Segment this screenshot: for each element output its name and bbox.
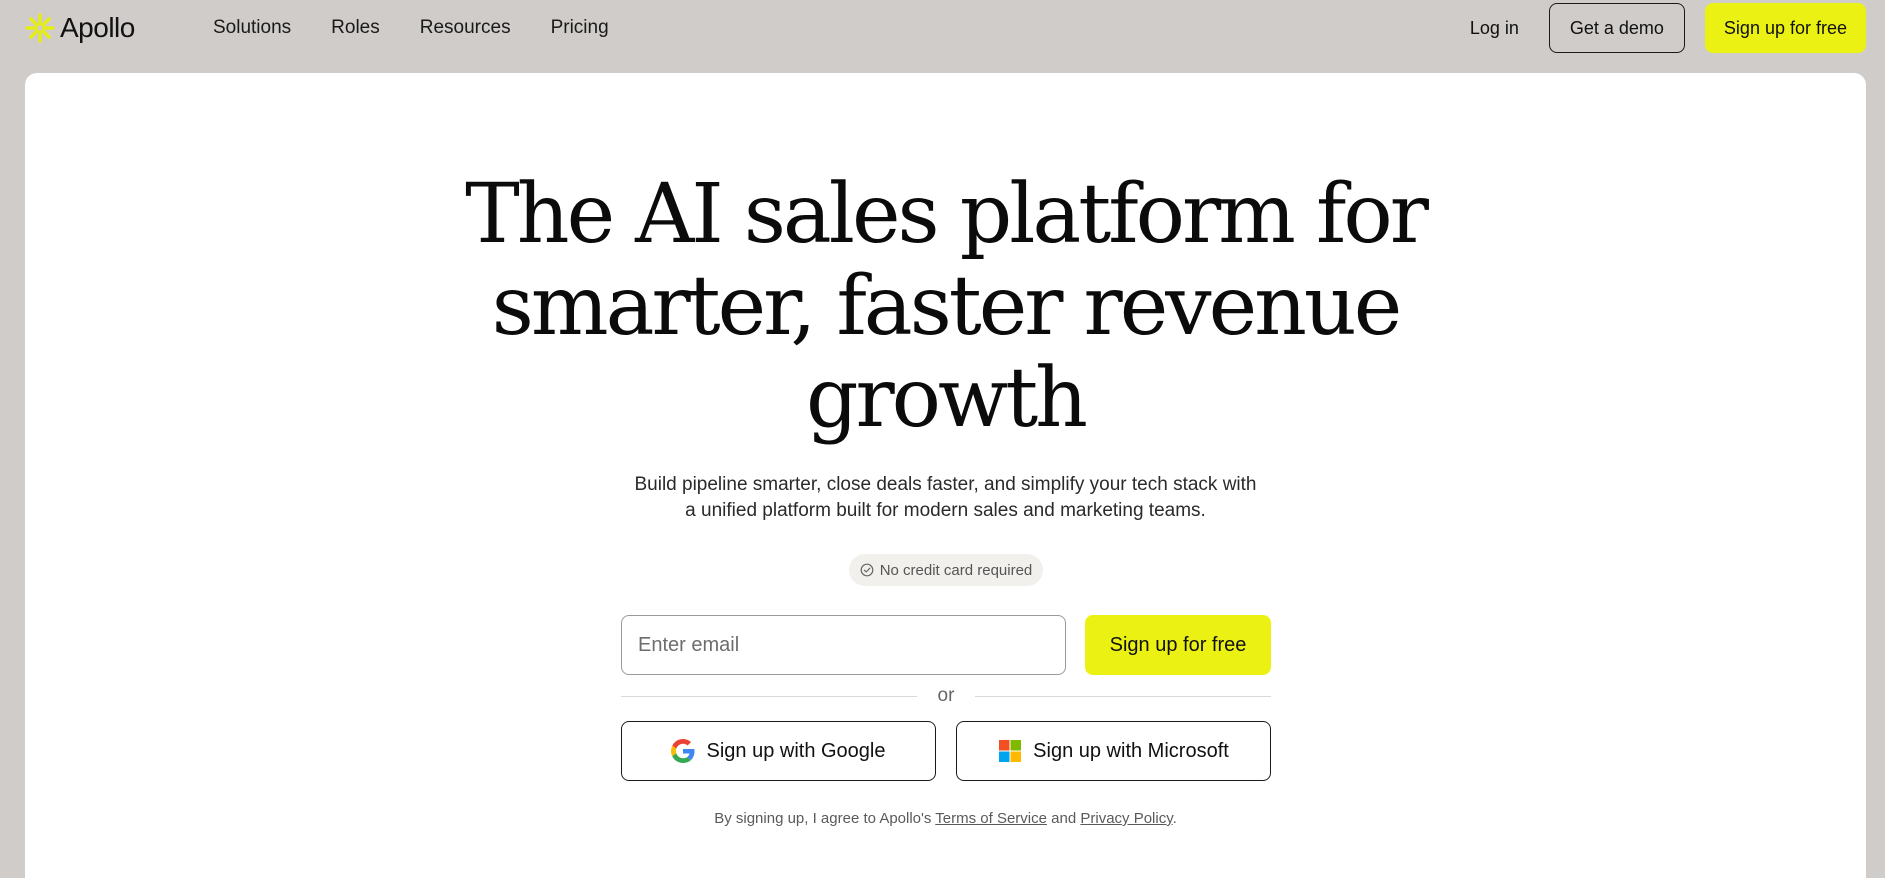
google-icon	[671, 739, 695, 763]
privacy-policy-link[interactable]: Privacy Policy	[1080, 810, 1172, 827]
badge-text: No credit card required	[879, 561, 1033, 579]
nav-item-roles[interactable]: Roles	[331, 16, 380, 40]
check-circle-icon	[860, 563, 874, 577]
hero-title-line: The AI sales platform for	[465, 167, 1429, 262]
get-demo-button[interactable]: Get a demo	[1548, 3, 1685, 53]
hero-title-line: smarter, faster revenue	[491, 259, 1403, 354]
legal-prefix: By signing up, I agree to Apollo's	[714, 810, 936, 827]
google-signup-button[interactable]: Sign up with Google	[621, 721, 936, 781]
legal-disclaimer: By signing up, I agree to Apollo's Terms…	[25, 810, 1866, 827]
signup-submit-button[interactable]: Sign up for free	[1085, 615, 1271, 675]
hero-subtitle-line: a unified platform built for modern sale…	[685, 500, 1206, 521]
legal-suffix: .	[1172, 810, 1177, 827]
microsoft-signup-label: Sign up with Microsoft	[1033, 739, 1229, 762]
header-signup-button[interactable]: Sign up for free	[1704, 3, 1866, 53]
hero-card: The AI sales platform for smarter, faste…	[25, 73, 1866, 878]
apollo-burst-icon	[25, 13, 55, 43]
terms-of-service-link[interactable]: Terms of Service	[935, 810, 1047, 827]
microsoft-icon	[999, 740, 1022, 762]
nav-item-solutions[interactable]: Solutions	[213, 16, 291, 40]
header-actions: Log in Get a demo Sign up for free	[1470, 3, 1866, 53]
google-signup-label: Sign up with Google	[706, 739, 886, 762]
divider-line	[621, 696, 917, 697]
no-credit-card-badge: No credit card required	[849, 554, 1043, 586]
divider-or-text: or	[937, 685, 955, 706]
apollo-logo[interactable]: Apollo	[24, 10, 135, 46]
hero-title: The AI sales platform for smarter, faste…	[25, 169, 1866, 445]
brand-name: Apollo	[60, 12, 135, 43]
email-input[interactable]	[621, 615, 1066, 675]
microsoft-signup-button[interactable]: Sign up with Microsoft	[956, 721, 1271, 781]
top-navigation-bar: Apollo Solutions Roles Resources Pricing…	[0, 0, 1885, 56]
legal-middle: and	[1046, 810, 1081, 827]
hero-subtitle-line: Build pipeline smarter, close deals fast…	[634, 474, 1257, 495]
divider-line	[975, 696, 1271, 697]
hero-title-line: growth	[805, 351, 1088, 446]
nav-item-resources[interactable]: Resources	[420, 16, 511, 40]
login-link[interactable]: Log in	[1470, 18, 1519, 39]
main-nav: Solutions Roles Resources Pricing	[213, 16, 609, 40]
nav-item-pricing[interactable]: Pricing	[551, 16, 609, 40]
hero-subtitle: Build pipeline smarter, close deals fast…	[25, 472, 1866, 524]
